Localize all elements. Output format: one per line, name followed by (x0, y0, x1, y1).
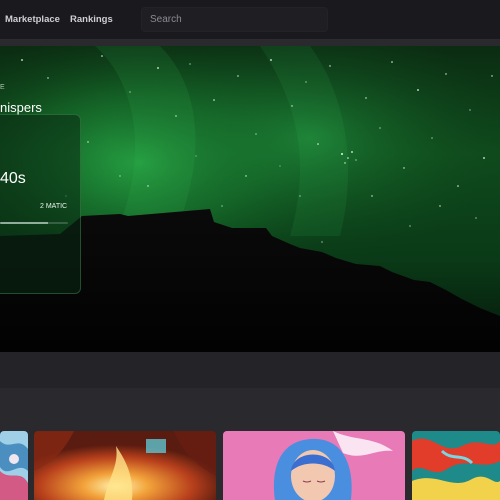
portrait-artwork-icon (223, 431, 405, 500)
nav-marketplace-link[interactable]: Marketplace (5, 14, 60, 25)
card-title: nispers (0, 100, 42, 115)
card-price: 2 MATIC (40, 203, 68, 210)
abstract-artwork-icon (0, 431, 28, 500)
card-progress-fill (0, 222, 48, 224)
nav-rankings-link[interactable]: Rankings (70, 14, 113, 25)
gallery-thumbnail-4[interactable] (412, 431, 500, 500)
card-countdown: 40s (0, 170, 26, 187)
gallery-thumbnail-2[interactable] (34, 431, 216, 500)
fire-artwork-icon (34, 431, 216, 500)
gallery-thumbnail-3[interactable] (223, 431, 405, 500)
section-divider-band (0, 352, 500, 388)
gallery-thumbnail-1[interactable] (0, 431, 28, 500)
search-box[interactable] (141, 7, 328, 32)
card-eyebrow-text: E (0, 84, 5, 91)
fluid-artwork-icon (412, 431, 500, 500)
card-progress-bar (0, 222, 68, 224)
search-input[interactable] (142, 8, 327, 31)
top-navigation-bar: Marketplace Rankings (0, 0, 500, 40)
hero-banner: E nispers 40s 2 MATIC (0, 46, 500, 352)
